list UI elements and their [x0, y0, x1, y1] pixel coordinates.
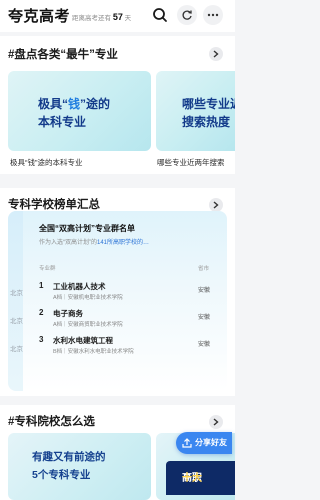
rank-number: 1: [39, 281, 44, 290]
column-header-province: 省市: [198, 266, 210, 272]
card-headline-line2: 本科专业: [38, 115, 87, 129]
topic-card-money-majors[interactable]: 极具“钱”途的 本科专业: [8, 71, 151, 151]
card-headline: 极具“钱”途的: [38, 95, 110, 112]
school-name: A档｜安徽机电职业技术学院: [53, 295, 123, 301]
major-name: 水利水电建筑工程: [53, 336, 113, 345]
school-name: B档｜安徽水利水电职业技术学院: [53, 349, 134, 355]
rank-row[interactable]: 3 水利水电建筑工程 B档｜安徽水利水电职业技术学院 安徽: [29, 331, 227, 359]
rank-card-body: 全国“双高计划”专业群名单 作为入选“双高计划”的141所高职学校的… 专业群 …: [29, 211, 227, 391]
card-headline-highlight: 钱: [68, 97, 81, 111]
card-headline: 有趣又有前途的: [32, 451, 106, 463]
rank-number: 3: [39, 335, 44, 344]
share-label: 分享好友: [195, 438, 227, 447]
card-headline-part: ”途的: [80, 97, 111, 111]
section-title: #盘点各类“最牛”专业: [8, 49, 118, 61]
card-headline-line2: 5个专科专业: [32, 469, 91, 481]
rank-card-subtitle: 作为入选“双高计划”的141所高职学校的…: [39, 237, 149, 246]
card-headline-part: 极具“: [38, 97, 69, 111]
chevron-right-icon: [213, 50, 219, 58]
rank-subtitle-text: 作为入选“双高计划”的: [39, 240, 97, 246]
major-name: 工业机器人技术: [53, 282, 106, 291]
more-button[interactable]: [203, 5, 223, 25]
rank-card-title: 全国“双高计划”专业群名单: [39, 224, 135, 233]
exam-countdown: 距离高考还有 57 天: [72, 12, 131, 22]
app-title: 夸克高考: [8, 8, 71, 25]
banner-text-highlight: 十大: [182, 473, 202, 484]
school-name: A档｜安徽商贸职业技术学院: [53, 322, 123, 328]
refresh-button[interactable]: [177, 5, 197, 25]
rank-row[interactable]: 2 电子商务 A档｜安徽商贸职业技术学院 安徽: [29, 304, 227, 332]
rank-list-section: 专科学校榜单汇总 1 2 3 北京 北京 北京 全国“双高计划”专业群名单 作为…: [0, 188, 235, 396]
rank-card[interactable]: 1 2 3 北京 北京 北京 全国“双高计划”专业群名单 作为入选“双高计划”的…: [8, 211, 227, 391]
card-headline: 哪些专业近: [182, 97, 235, 111]
chevron-right-icon: [213, 201, 219, 209]
section-more-button[interactable]: [209, 47, 223, 61]
search-button[interactable]: [152, 7, 168, 23]
more-icon: [207, 13, 219, 17]
section-more-button[interactable]: [209, 415, 223, 429]
countdown-prefix: 距离高考还有: [72, 15, 111, 22]
province: 安徽: [198, 315, 211, 321]
topic-card-hot-search[interactable]: 哪些专业近 搜索热度: [156, 71, 235, 151]
refresh-icon: [182, 10, 192, 20]
province: 安徽: [198, 342, 211, 348]
column-header-major: 专业群: [39, 266, 56, 272]
peek-province: 北京: [10, 346, 23, 353]
countdown-suffix: 天: [124, 15, 132, 22]
topic-card-fun-majors[interactable]: 有趣又有前途的 5个专科专业: [8, 433, 151, 500]
chevron-right-icon: [213, 418, 219, 426]
countdown-days: 57: [112, 12, 123, 22]
search-icon: [153, 8, 167, 22]
major-name: 电子商务: [53, 309, 83, 318]
card-headline-line2: 搜索热度: [182, 115, 231, 129]
share-icon: [182, 438, 192, 448]
card-caption[interactable]: 哪些专业近两年搜索: [157, 157, 225, 168]
section-title: #专科院校怎么选: [8, 416, 95, 428]
best-majors-section: #盘点各类“最牛”专业 极具“钱”途的 本科专业 极具“钱”途的本科专业 哪些专…: [0, 36, 235, 174]
share-friends-button[interactable]: 分享好友: [176, 432, 232, 454]
top-bar: 夸克高考 距离高考还有 57 天: [0, 0, 235, 32]
rank-subtitle-highlight: 141所高职学校的…: [97, 240, 150, 246]
section-more-button[interactable]: [209, 198, 223, 212]
province: 安徽: [198, 288, 211, 294]
previous-card-peek: 1 2 3 北京 北京 北京: [8, 211, 23, 391]
top-ten-banner[interactable]: 高职 十大: [166, 461, 235, 495]
rank-number: 2: [39, 308, 44, 317]
card-caption[interactable]: 极具“钱”途的本科专业: [10, 157, 83, 168]
peek-province: 北京: [10, 318, 23, 325]
section-title: 专科学校榜单汇总: [8, 199, 100, 211]
rank-row[interactable]: 1 工业机器人技术 A档｜安徽机电职业技术学院 安徽: [29, 277, 227, 305]
peek-province: 北京: [10, 290, 23, 297]
